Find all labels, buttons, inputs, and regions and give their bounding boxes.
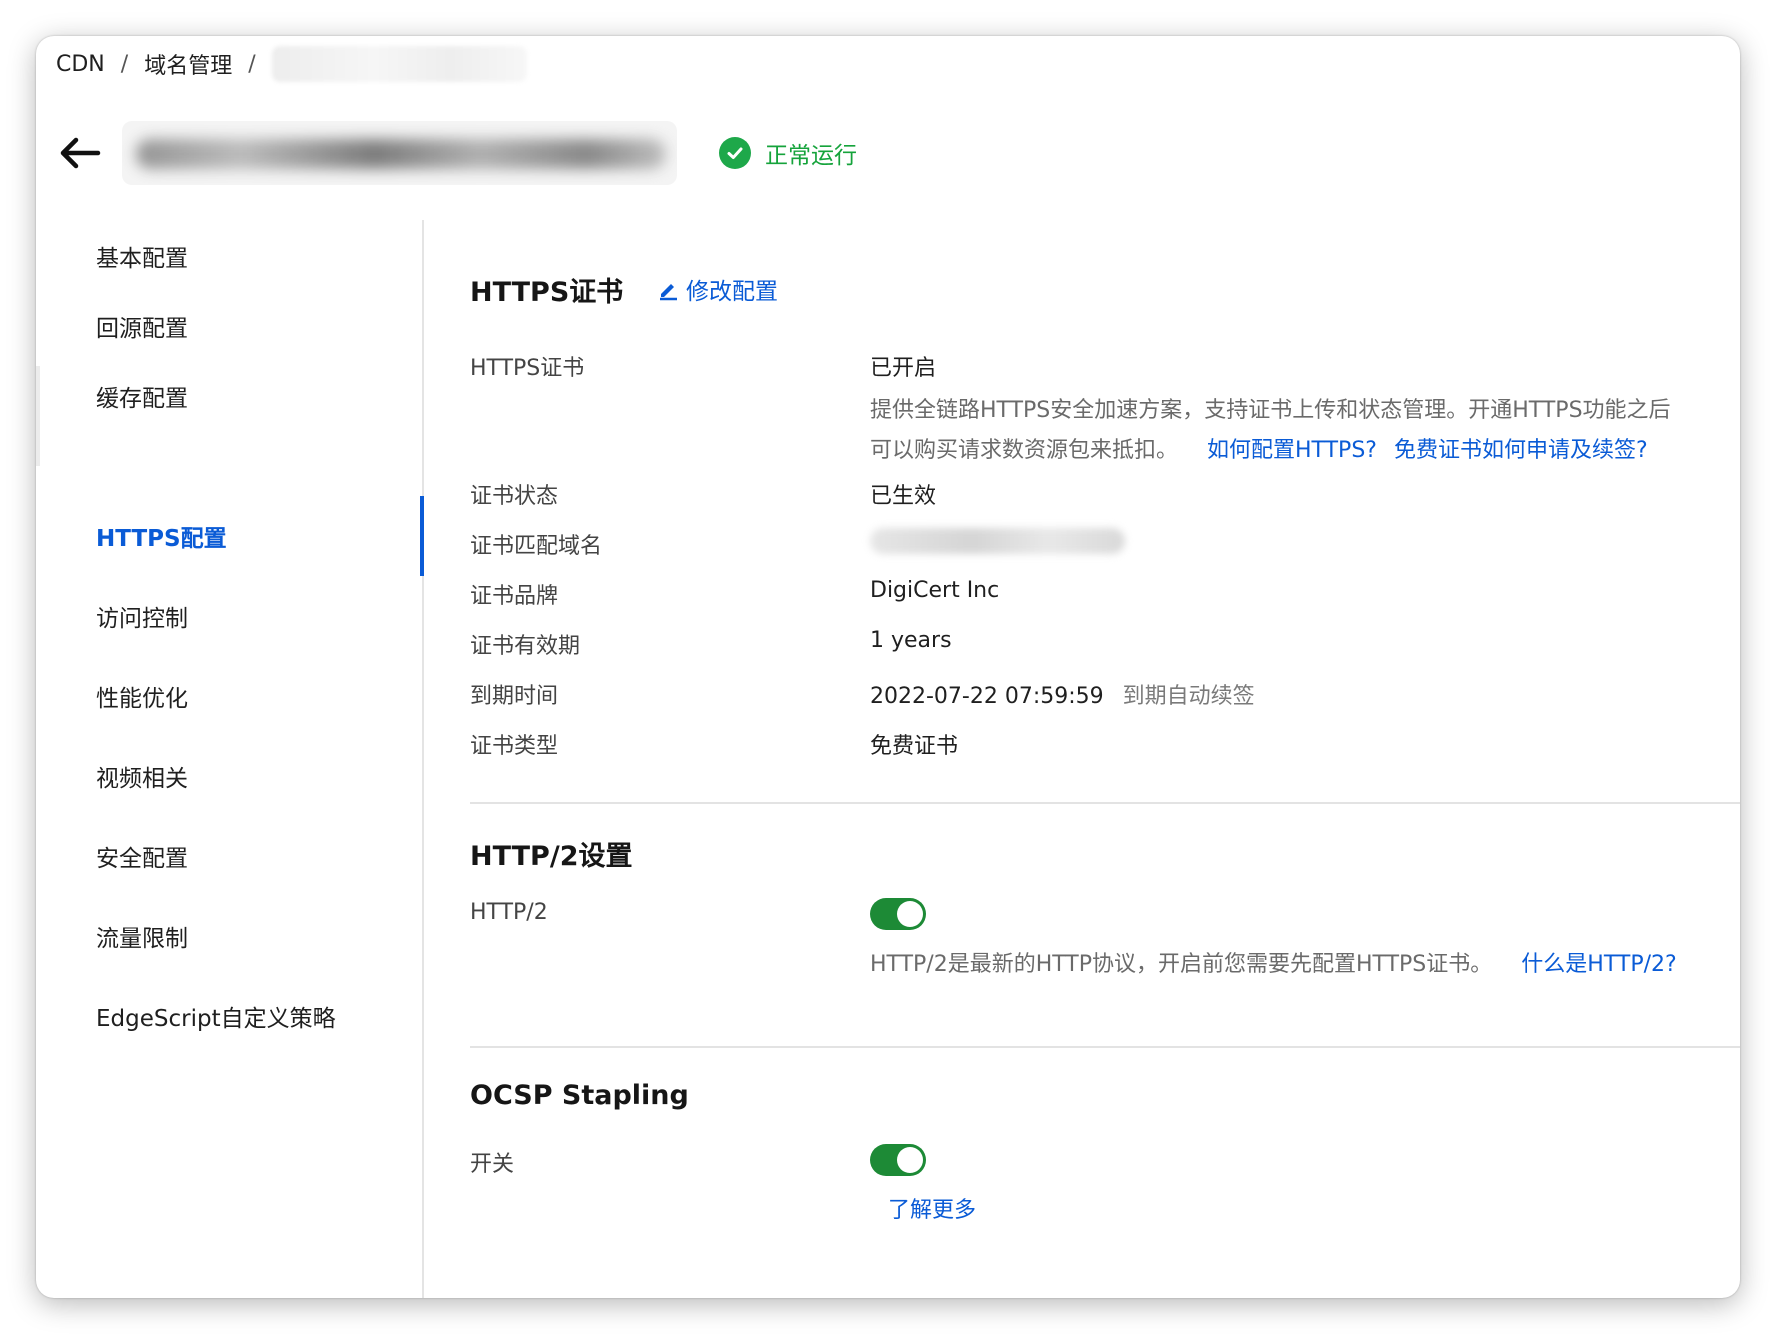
- scroll-edge: [36, 366, 40, 466]
- section-divider: [470, 802, 1740, 804]
- cert-auto-renew-note: 到期自动续签: [1122, 684, 1255, 709]
- cert-status-label: 证书状态: [470, 484, 559, 509]
- cert-domain-label: 证书匹配域名: [470, 534, 603, 559]
- https-cert-title: HTTPS证书: [470, 277, 624, 308]
- toggle-knob: [897, 901, 923, 927]
- cert-brand-label: 证书品牌: [470, 584, 559, 609]
- sidebar-item-performance[interactable]: 性能优化: [96, 666, 188, 726]
- check-circle-icon: [719, 137, 751, 169]
- http2-label: HTTP/2: [470, 900, 548, 925]
- edit-config-link[interactable]: 修改配置: [656, 272, 778, 306]
- free-cert-renew-link[interactable]: 免费证书如何申请及续签?: [1394, 438, 1648, 463]
- cert-expiry-value: 2022-07-22 07:59:59: [870, 684, 1104, 709]
- http2-toggle[interactable]: [870, 898, 926, 930]
- breadcrumb: CDN / 域名管理 /: [56, 44, 527, 84]
- breadcrumb-item-cdn[interactable]: CDN: [56, 52, 105, 77]
- cert-type-label: 证书类型: [470, 734, 559, 759]
- sidebar-item-edgescript[interactable]: EdgeScript自定义策略: [96, 986, 336, 1046]
- breadcrumb-separator: /: [248, 51, 256, 77]
- cert-validity-value: 1 years: [870, 628, 952, 653]
- cert-status-value: 已生效: [870, 484, 937, 509]
- arrow-left-icon: [60, 137, 101, 169]
- sidebar-nav: 基本配置 回源配置 缓存配置 HTTPS配置 访问控制 性能优化 视频相关 安全…: [36, 220, 424, 1298]
- cert-brand-value: DigiCert Inc: [870, 578, 1000, 603]
- breadcrumb-item-domain-management[interactable]: 域名管理: [144, 48, 232, 80]
- http2-desc: HTTP/2是最新的HTTP协议，开启前您需要先配置HTTPS证书。: [870, 952, 1493, 977]
- back-button[interactable]: [56, 129, 104, 177]
- sidebar-item-https-config[interactable]: HTTPS配置: [96, 506, 227, 566]
- https-cert-desc-line1: 提供全链路HTTPS安全加速方案，支持证书上传和状态管理。开通HTTPS功能之后: [870, 398, 1671, 423]
- edit-config-label: 修改配置: [686, 279, 778, 305]
- sidebar-item-security[interactable]: 安全配置: [96, 826, 188, 886]
- sidebar-item-traffic-limit[interactable]: 流量限制: [96, 906, 188, 966]
- sidebar-item-access-control[interactable]: 访问控制: [96, 586, 188, 646]
- main-content: HTTPS证书 修改配置 HTTPS证书 已开启 提供全链路HTTPS安全加速方…: [470, 220, 1740, 1298]
- domain-title-blurred: [122, 121, 677, 185]
- ocsp-switch-label: 开关: [470, 1152, 515, 1177]
- cert-validity-label: 证书有效期: [470, 634, 581, 659]
- active-indicator: [420, 496, 424, 576]
- https-cert-desc-line2: 可以购买请求数资源包来抵扣。 如何配置HTTPS? 免费证书如何申请及续签?: [870, 432, 1648, 464]
- https-cert-value: 已开启: [870, 356, 937, 381]
- sidebar-item-origin-config[interactable]: 回源配置: [96, 296, 188, 356]
- http2-title: HTTP/2设置: [470, 841, 633, 872]
- sidebar-item-video[interactable]: 视频相关: [96, 746, 188, 806]
- ocsp-toggle[interactable]: [870, 1144, 926, 1176]
- ocsp-learn-more-link[interactable]: 了解更多: [888, 1192, 976, 1224]
- breadcrumb-item-blurred-domain: [271, 46, 527, 82]
- cert-expiry-label: 到期时间: [470, 684, 559, 709]
- status-text: 正常运行: [765, 143, 857, 169]
- edit-icon: [660, 284, 677, 301]
- https-cert-desc-text: 可以购买请求数资源包来抵扣。: [870, 438, 1179, 463]
- cert-expiry-row: 2022-07-22 07:59:59 到期自动续签: [870, 678, 1255, 710]
- cert-type-value: 免费证书: [870, 734, 959, 759]
- cert-domain-value-blurred: [870, 528, 1125, 554]
- breadcrumb-separator: /: [120, 51, 129, 77]
- ocsp-title: OCSP Stapling: [470, 1080, 689, 1111]
- sidebar-item-cache-config[interactable]: 缓存配置: [96, 366, 188, 426]
- sidebar-item-basic-config[interactable]: 基本配置: [96, 226, 188, 286]
- https-cert-label: HTTPS证书: [470, 356, 585, 381]
- http2-desc-row: HTTP/2是最新的HTTP协议，开启前您需要先配置HTTPS证书。 什么是HT…: [870, 946, 1677, 978]
- toggle-knob: [897, 1147, 923, 1173]
- how-to-config-https-link[interactable]: 如何配置HTTPS?: [1207, 438, 1377, 463]
- console-window: CDN / 域名管理 / 正常运行 基本配置 回源配置 缓存配置 HTTPS配置…: [36, 36, 1740, 1298]
- status-badge: 正常运行: [719, 136, 857, 170]
- section-divider: [470, 1046, 1740, 1048]
- page-header: 正常运行: [56, 118, 857, 188]
- what-is-http2-link[interactable]: 什么是HTTP/2?: [1521, 952, 1676, 977]
